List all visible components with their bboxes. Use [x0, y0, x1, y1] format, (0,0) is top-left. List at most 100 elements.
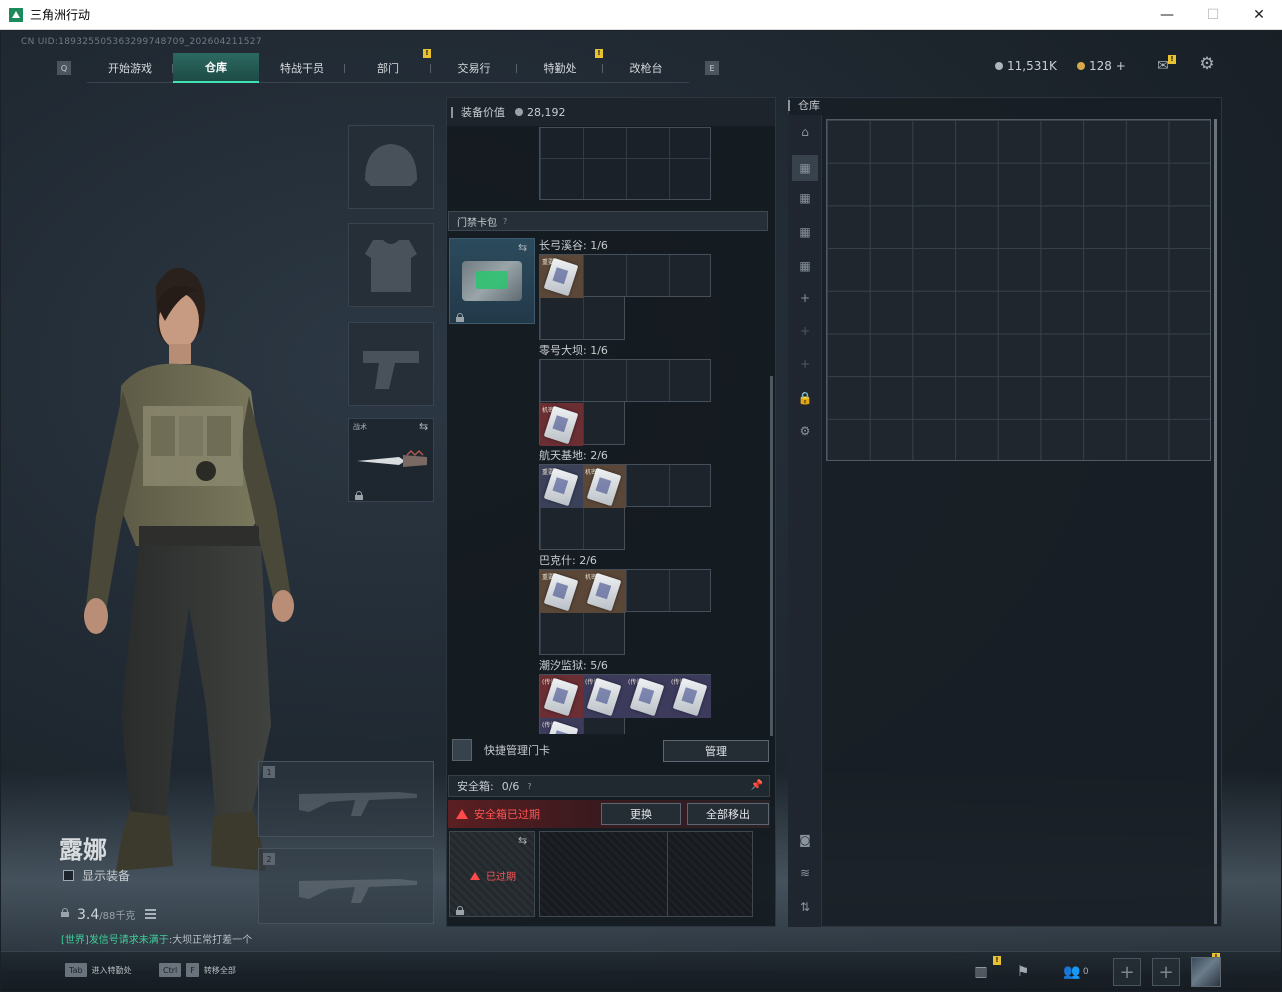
map-label-tide-prison: 潮汐监狱: 5/6 [539, 659, 608, 672]
screenshot-icon[interactable]: ◙ [796, 831, 814, 849]
keycard-pack-header: 门禁卡包 ? [448, 211, 768, 231]
move-all-button[interactable]: 全部移出 [687, 803, 769, 825]
tab-warehouse[interactable]: 仓库 [173, 53, 259, 83]
gold-currency[interactable]: 128 + [1077, 59, 1126, 73]
primary-weapon-slot-1[interactable]: 1 [258, 761, 434, 837]
keycard-scrollbar[interactable] [770, 376, 773, 736]
tab-label: 部门 [377, 62, 399, 75]
tab-operators[interactable]: 特战干员 [259, 53, 345, 83]
keycard-item[interactable]: (传说) [669, 675, 711, 718]
keycard-item[interactable]: 重要 [540, 255, 583, 298]
weight-max: /88千克 [99, 911, 136, 922]
safe-count: 0/6 [501, 779, 520, 793]
weight-value: 3.4 [77, 907, 100, 923]
keycard-item[interactable]: (传说) [540, 718, 583, 734]
equip-value-label: 装备价值 [461, 106, 505, 119]
keycard-grid-brakkesh[interactable]: 重要 机密 [539, 569, 711, 655]
storage-tab-3-icon[interactable]: ▦ [796, 223, 814, 241]
safe-icon[interactable]: ⌂ [796, 123, 814, 141]
tab-special-ops[interactable]: 特勤处! [517, 49, 603, 83]
keycard-grid-tide-prison[interactable]: (传说) (传说) (传说) (传说) (传说) [539, 674, 711, 734]
lock-icon [456, 906, 464, 915]
chat-channel: [世界] [61, 935, 89, 946]
primary-weapon-slot-2[interactable]: 2 [258, 848, 434, 924]
close-button[interactable]: ✕ [1236, 0, 1282, 30]
swap-icon[interactable]: ⇆ [518, 242, 530, 253]
warning-icon [456, 809, 468, 819]
keycard-section-title: 门禁卡包 [457, 217, 497, 229]
main-nav: Q 开始游戏 仓库 特战干员 部门! 交易行 特勤处! 改枪台 E [57, 49, 719, 83]
equipment-value-header: 装备价值 28,192 [447, 98, 775, 126]
show-equipment-toggle[interactable]: 显示装备 [63, 867, 130, 884]
keycard-grid-space-base[interactable]: 重要 机密 [539, 464, 711, 550]
stats-icon[interactable]: ▥ [971, 962, 991, 982]
swap-icon[interactable]: ⇆ [518, 835, 530, 846]
pin-icon[interactable]: 📌 [751, 780, 763, 791]
add-storage-icon[interactable]: + [796, 322, 814, 340]
keycard-item[interactable]: 重要 [540, 570, 583, 613]
friends-icon[interactable]: 👥 0 [1061, 962, 1091, 982]
hint-transfer-all[interactable]: Ctrl F 转移全部 [159, 963, 236, 977]
add-storage-icon[interactable]: + [796, 355, 814, 373]
warehouse-grid[interactable] [826, 119, 1211, 461]
nav-next-key[interactable]: E [705, 61, 719, 75]
chat-text: :大坝正常打差一个 [168, 935, 253, 946]
list-icon[interactable] [145, 909, 157, 919]
nav-prev-key[interactable]: Q [57, 61, 71, 75]
melee-slot[interactable]: 战术 ⇆ [348, 418, 434, 502]
keycard-item[interactable]: (传说) [583, 675, 626, 718]
gold-amount: 128 + [1089, 59, 1126, 73]
pistol-slot[interactable] [348, 322, 434, 406]
storage-tab-1-icon[interactable]: ▦ [792, 155, 818, 181]
replace-button[interactable]: 更换 [601, 803, 681, 825]
layers-icon[interactable]: ≋ [796, 864, 814, 882]
keycard-grid-zero-dam[interactable]: 机密 [539, 359, 711, 446]
show-equipment-label: 显示装备 [82, 869, 131, 883]
gear-icon[interactable]: ⚙ [796, 422, 814, 440]
safe-box-slot[interactable]: ⇆ 已过期 [449, 831, 535, 917]
keycard-pack-slot[interactable]: ⇆ [449, 238, 535, 324]
mail-badge: ! [1168, 55, 1176, 64]
tab-label: 特勤处 [543, 62, 577, 75]
maximize-button[interactable]: ☐ [1190, 0, 1236, 30]
keycard-item[interactable]: 机密 [583, 570, 626, 613]
lock-icon [456, 313, 464, 322]
keycard-item[interactable]: 机密 [540, 403, 583, 446]
tab-department[interactable]: 部门! [345, 49, 431, 83]
sort-icon[interactable]: ⇅ [796, 898, 814, 916]
helmet-slot[interactable] [348, 125, 434, 209]
operator-name: 露娜 [59, 835, 107, 864]
silver-coin-icon [995, 62, 1003, 70]
add-teammate-button[interactable]: + [1113, 958, 1141, 986]
flag-icon[interactable]: ⚑ [1013, 962, 1033, 982]
warehouse-scrollbar[interactable] [1214, 119, 1217, 924]
friends-count: 0 [1082, 967, 1089, 977]
avatar[interactable] [1191, 957, 1221, 987]
keycard-grid-longbow-valley[interactable]: 重要 [539, 254, 711, 340]
gear-icon[interactable]: ⚙ [1198, 54, 1216, 74]
help-icon[interactable]: ? [527, 782, 531, 791]
minimize-button[interactable]: — [1144, 0, 1190, 30]
keycard-item[interactable]: (传说) [626, 675, 669, 718]
tab-start-game[interactable]: 开始游戏 [87, 53, 173, 83]
manage-button[interactable]: 管理 [663, 740, 769, 762]
keycard-item[interactable]: (传说) [540, 675, 583, 718]
checkbox[interactable] [63, 870, 74, 881]
keycard-item[interactable]: 机密 [583, 465, 626, 508]
hint-enter-special-ops[interactable]: Tab 进入特勤处 [65, 963, 132, 977]
lock-storage-icon[interactable]: 🔒 [796, 389, 814, 407]
add-teammate-button[interactable]: + [1152, 958, 1180, 986]
tab-gunsmith[interactable]: 改枪台 [603, 53, 689, 83]
container-grid[interactable] [539, 127, 711, 200]
armor-slot[interactable] [348, 223, 434, 307]
storage-tab-4-icon[interactable]: ▦ [796, 257, 814, 275]
swap-icon[interactable]: ⇆ [419, 421, 431, 432]
keycard-item[interactable]: 重要 [540, 465, 583, 508]
storage-tab-2-icon[interactable]: ▦ [796, 189, 814, 207]
tab-trading[interactable]: 交易行 [431, 53, 517, 83]
world-chat-line[interactable]: [世界]发信号请求未满于:大坝正常打差一个 [61, 931, 252, 946]
tab-badge: ! [423, 49, 431, 58]
safe-label: 安全箱: [457, 780, 494, 793]
help-icon[interactable]: ? [503, 217, 507, 226]
add-storage-icon[interactable]: + [796, 289, 814, 307]
